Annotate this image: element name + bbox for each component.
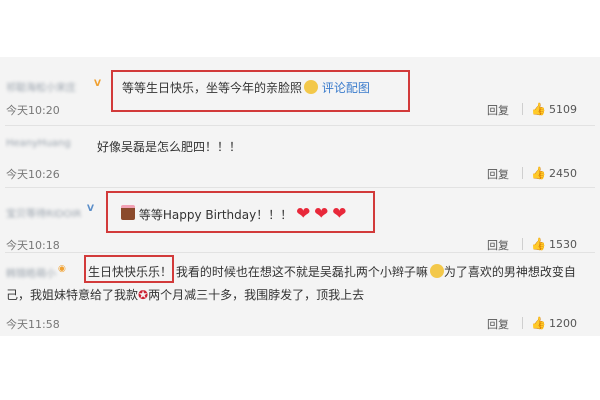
comment-text-line2a: 己，我姐妹特意给了我款 (6, 288, 139, 302)
laugh-cry-emoji-icon (429, 264, 444, 278)
comment-text: 等等Happy Birthday！！！ ❤ ❤ ❤ (121, 204, 346, 224)
comment-2: HeanyHuang 好像吴磊是怎么肥四！！！ 今天10:26 回复 👍 2450 (0, 125, 600, 187)
username[interactable]: 韩锦皓萌小 (6, 265, 56, 280)
divider (522, 317, 523, 329)
birthday-cake-icon (121, 205, 135, 220)
username[interactable]: HeanyHuang (6, 138, 71, 149)
username[interactable]: 祁聪海松小宋庄 (6, 79, 76, 94)
timestamp-prefix: 今天 (6, 168, 28, 181)
timestamp: 今天10:20 (6, 104, 60, 117)
comment-text-body: 我看的时候也在想这不就是吴磊扎两个小辫子嘛 (175, 265, 428, 279)
comment-text-body: 等等生日快乐，坐等今年的亲脸照 (122, 81, 303, 95)
verified-badge-icon: V (87, 204, 94, 214)
reply-button[interactable]: 回复 (487, 237, 509, 253)
heart-icon: ❤ (332, 204, 347, 224)
emoji-icon: ✪ (138, 288, 149, 302)
divider (522, 103, 523, 115)
comment-text-line2b: 两个月减三十多，我围脖发了，顶我上去 (148, 288, 365, 302)
thumbs-up-icon: 👍 (531, 237, 546, 251)
comment-text: 等等生日快乐，坐等今年的亲脸照 评论配图 (122, 79, 370, 96)
reply-button[interactable]: 回复 (487, 102, 509, 118)
verified-badge-icon: V (94, 79, 101, 89)
comment-image-link[interactable]: 评论配图 (322, 81, 370, 95)
heart-icon: ❤ (314, 204, 329, 224)
timestamp: 今天10:18 (6, 239, 60, 252)
username[interactable]: 宝贝等待RIDOIR (6, 205, 81, 220)
like-button[interactable]: 👍 1530 (531, 237, 577, 251)
like-count: 2450 (548, 167, 577, 180)
comment-text: 生日快快乐乐！ 我看的时候也在想这不就是吴磊扎两个小辫子嘛 为了喜欢的男神想改变自 (88, 263, 576, 280)
like-count: 5109 (548, 103, 577, 116)
timestamp-value: 10:26 (28, 168, 60, 181)
comment-text-body: 等等Happy Birthday！！！ (138, 208, 293, 222)
timestamp: 今天11:58 (6, 318, 60, 331)
divider (522, 238, 523, 250)
like-count: 1200 (548, 317, 577, 330)
emoji-badge-icon: ◉ (58, 264, 66, 274)
like-button[interactable]: 👍 2450 (531, 166, 577, 180)
like-button[interactable]: 👍 1200 (531, 316, 577, 330)
thumbs-up-icon: 👍 (531, 166, 546, 180)
comment-text-line2: 己，我姐妹特意给了我款✪两个月减三十多，我围脖发了，顶我上去 (6, 286, 364, 303)
like-button[interactable]: 👍 5109 (531, 102, 577, 116)
reply-button[interactable]: 回复 (487, 166, 509, 182)
thumbs-up-icon: 👍 (531, 316, 546, 330)
comment-4: 韩锦皓萌小 ◉ 生日快快乐乐！ 我看的时候也在想这不就是吴磊扎两个小辫子嘛 为了喜… (0, 252, 600, 336)
heart-icon: ❤ (296, 204, 311, 224)
highlighted-text: 生日快快乐乐！ (88, 265, 173, 279)
comment-3: 宝贝等待RIDOIR V 等等Happy Birthday！！！ ❤ ❤ ❤ 今… (0, 187, 600, 253)
comment-text: 好像吴磊是怎么肥四！！！ (97, 140, 242, 154)
thumbs-up-icon: 👍 (531, 102, 546, 116)
divider (522, 167, 523, 179)
comment-text-body-2: 为了喜欢的男神想改变自 (443, 265, 576, 279)
like-count: 1530 (548, 238, 577, 251)
timestamp: 今天10:26 (6, 166, 60, 182)
reply-button[interactable]: 回复 (487, 316, 509, 332)
comment-1: 祁聪海松小宋庄 V 等等生日快乐，坐等今年的亲脸照 评论配图 今天10:20 回… (0, 57, 600, 121)
comment-panel: 祁聪海松小宋庄 V 等等生日快乐，坐等今年的亲脸照 评论配图 今天10:20 回… (0, 57, 600, 336)
smirk-emoji-icon (304, 80, 319, 94)
